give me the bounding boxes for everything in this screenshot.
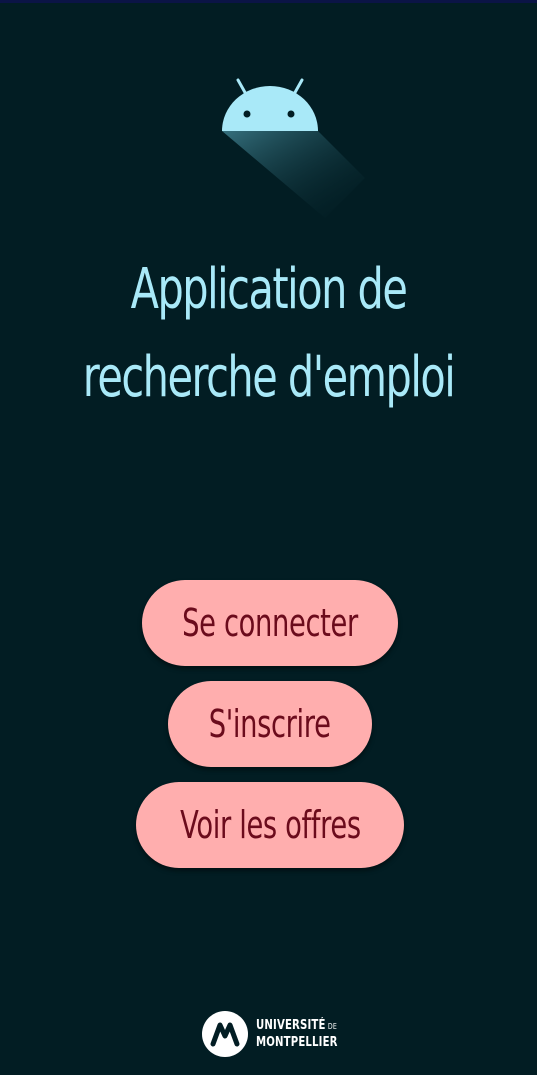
university-name-suffix: DE	[327, 1022, 337, 1031]
signup-button-label: S'inscrire	[209, 702, 331, 746]
login-button[interactable]: Se connecter	[142, 580, 398, 666]
university-logo: UNIVERSITÉ DE MONTPELLIER	[201, 1008, 353, 1060]
signup-button[interactable]: S'inscrire	[168, 681, 372, 767]
app-title-line-2: recherche d'emploi	[82, 345, 456, 410]
status-strip	[0, 0, 537, 3]
university-name-line-2: MONTPELLIER	[256, 1035, 338, 1050]
view-offers-button-label: Voir les offres	[179, 803, 361, 847]
university-name-line-1: UNIVERSITÉ	[256, 1018, 326, 1033]
university-name: UNIVERSITÉ DE MONTPELLIER	[256, 1018, 338, 1051]
university-mark-icon	[202, 1011, 248, 1057]
view-offers-button[interactable]: Voir les offres	[136, 782, 404, 868]
android-icon	[222, 78, 365, 218]
app-title-line-1: Application de	[130, 257, 408, 322]
app-title: Application de recherche d'emploi	[70, 246, 467, 422]
login-button-label: Se connecter	[182, 601, 358, 645]
